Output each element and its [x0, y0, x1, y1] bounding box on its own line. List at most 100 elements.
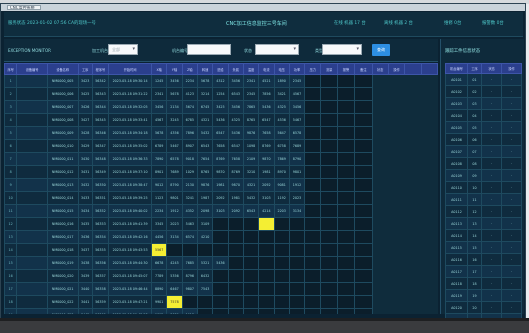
side-cell[interactable]: ·: [501, 73, 522, 86]
status-select[interactable]: [255, 44, 299, 55]
column-header[interactable]: 功率: [288, 63, 306, 75]
table-row[interactable]: 1 NM0000_005 3423 56342 2023-05-18 09:30:14 1…: [4, 74, 438, 88]
metric-cell: [304, 191, 322, 205]
column-header[interactable]: 报警: [336, 63, 356, 75]
column-header[interactable]: 程序号: [91, 63, 110, 75]
table-row[interactable]: 10 NM0000_014 3433 56351 2023-05-18 09:39:25…: [4, 191, 438, 205]
column-header[interactable]: 电流: [258, 63, 275, 75]
side-table-row[interactable]: A0112 12 · ·: [445, 205, 522, 218]
side-table-row[interactable]: A0115 15 · ·: [445, 241, 522, 254]
table-row[interactable]: 12 NM0000_016 3435 56353 2023-05-18 09:41:39…: [4, 217, 438, 231]
window-tab[interactable]: CNC监控系统: [7, 5, 41, 10]
side-cell[interactable]: ·: [501, 109, 522, 122]
column-header[interactable]: X轴: [151, 63, 168, 75]
table-row[interactable]: 2 NM0000_006 3425 56343 2023-05-18 09:31:22 2…: [4, 87, 438, 101]
side-cell[interactable]: ·: [501, 181, 522, 194]
side-table-row[interactable]: A0106 06 · ·: [445, 133, 522, 146]
table-row[interactable]: 19 NM0000_0233442563602023-05-18 09:48:58…: [4, 308, 438, 314]
side-table-row[interactable]: A0107 07 · ·: [445, 145, 522, 158]
column-header[interactable]: 开始时间: [108, 63, 153, 75]
side-cell[interactable]: ·: [501, 169, 522, 182]
side-table-row[interactable]: A0101 01 · ·: [445, 73, 522, 86]
side-cell[interactable]: ·: [501, 217, 522, 230]
side-cell[interactable]: ·: [501, 301, 522, 314]
column-header[interactable]: 流量: [320, 63, 338, 75]
side-table-row[interactable]: A0104 04 · ·: [445, 109, 522, 122]
side-column-header[interactable]: 机台编号: [445, 63, 468, 74]
operation-cell: 3439: [77, 269, 93, 283]
column-header[interactable]: Y轴: [166, 63, 183, 75]
table-row[interactable]: 7 NM0000_011 3430 56348 2023-05-18 09:36:33 7…: [4, 152, 438, 166]
side-table-row[interactable]: A0118 18 · ·: [445, 277, 522, 290]
side-table-row[interactable]: A0102 02 · ·: [445, 85, 522, 98]
side-table-row[interactable]: A0119 19 · ·: [445, 289, 522, 302]
column-header[interactable]: 温度: [242, 63, 260, 75]
side-cell[interactable]: ·: [501, 265, 522, 278]
column-header[interactable]: 压力: [304, 63, 322, 75]
table-row[interactable]: 5 NM0000_009 3428 56346 2023-05-18 09:34:18 5…: [4, 126, 438, 140]
table-row[interactable]: 8 NM0000_012 3431 56349 2023-05-18 09:37:10 8…: [4, 165, 438, 179]
side-cell[interactable]: ·: [501, 241, 522, 254]
side-cell[interactable]: ·: [501, 205, 522, 218]
side-cell[interactable]: ·: [501, 229, 522, 242]
table-row[interactable]: 13 NM0000_017 3436 56354 2023-05-18 09:42:16…: [4, 230, 438, 244]
machine-code-input[interactable]: [187, 44, 231, 55]
column-header[interactable]: 操作: [387, 63, 406, 75]
column-header[interactable]: 设备编号: [16, 63, 48, 75]
side-table-row[interactable]: A0103 03 · ·: [445, 97, 522, 110]
table-row[interactable]: 9 NM0000_013 3432 56350 2023-05-18 09:38:47 9…: [4, 178, 438, 192]
table-row[interactable]: 15 NM0000_019 3438 56356 2023-05-18 09:44:30…: [4, 256, 438, 270]
side-cell[interactable]: ·: [501, 85, 522, 98]
side-table-row[interactable]: A0110 10 · ·: [445, 181, 522, 194]
column-header[interactable]: 工序: [77, 63, 93, 75]
search-button[interactable]: 查询: [372, 44, 390, 56]
column-header[interactable]: 进给: [212, 63, 229, 75]
side-cell[interactable]: ·: [501, 277, 522, 290]
operation-cell: 3438: [77, 256, 93, 270]
metric-cell: [288, 217, 306, 231]
table-row[interactable]: 16 NM0000_020 3439 56357 2023-05-18 09:45:07…: [4, 269, 438, 283]
side-column-header[interactable]: 操作: [501, 63, 522, 74]
side-column-header[interactable]: 工序: [467, 63, 482, 74]
table-row[interactable]: 6 NM0000_010 3429 56347 2023-05-18 09:35:02 6…: [4, 139, 438, 153]
metric-cell: 7543: [196, 282, 214, 296]
side-cell[interactable]: ·: [501, 193, 522, 206]
side-cell[interactable]: ·: [501, 157, 522, 170]
column-header[interactable]: 电压: [273, 63, 290, 75]
side-table-row[interactable]: A0113 13 · ·: [445, 217, 522, 230]
table-row[interactable]: 14 NM0000_018 3437 56355 2023-05-18 09:43:53…: [4, 243, 438, 257]
column-header[interactable]: 设备名称: [46, 63, 79, 75]
column-header[interactable]: [404, 63, 422, 75]
side-cell[interactable]: ·: [501, 121, 522, 134]
column-header[interactable]: 备注: [354, 63, 373, 75]
side-table-row[interactable]: A0109 09 · ·: [445, 169, 522, 182]
side-table-row[interactable]: A0111 11 · ·: [445, 193, 522, 206]
table-row[interactable]: 18 NM0000_022 3441 56359 2023-05-18 09:47:21…: [4, 295, 438, 309]
table-row[interactable]: 3 NM0000_007 3426 56344 2023-05-18 09:32:05 3…: [4, 100, 438, 114]
side-table-row[interactable]: A0117 17 · ·: [445, 265, 522, 278]
side-cell[interactable]: ·: [501, 133, 522, 146]
side-column-header[interactable]: 状态: [481, 63, 502, 74]
side-cell[interactable]: ·: [501, 97, 522, 110]
metric-cell: 1029: [181, 165, 198, 179]
column-header[interactable]: [420, 63, 438, 75]
table-row[interactable]: 17 NM0000_021 3440 56358 2023-05-18 09:46:44…: [4, 282, 438, 296]
side-table-row[interactable]: A0108 08 · ·: [445, 157, 522, 170]
side-table-row[interactable]: A0114 14 · ·: [445, 229, 522, 242]
side-table-row[interactable]: A0105 05 · ·: [445, 121, 522, 134]
side-cell[interactable]: ·: [501, 145, 522, 158]
column-header[interactable]: 转速: [196, 63, 214, 75]
side-cell[interactable]: ·: [501, 253, 522, 266]
column-header[interactable]: 负载: [227, 63, 244, 75]
column-header[interactable]: Z轴: [181, 63, 198, 75]
table-row[interactable]: 11 NM0000_015 3434 56352 2023-05-18 09:40:02…: [4, 204, 438, 218]
machine-select[interactable]: 全部: [108, 44, 138, 55]
column-header[interactable]: 序号: [4, 63, 18, 75]
metric-cell: 8901: [151, 165, 168, 179]
side-cell[interactable]: ·: [501, 289, 522, 302]
table-row[interactable]: 4 NM0000_008 3427 56345 2023-05-18 09:33:41 4…: [4, 113, 438, 127]
side-table-row[interactable]: A0120 20 · ·: [445, 301, 522, 314]
column-header[interactable]: 状态: [371, 63, 389, 75]
type-select[interactable]: [322, 44, 362, 55]
side-table-row[interactable]: A0116 16 · ·: [445, 253, 522, 266]
